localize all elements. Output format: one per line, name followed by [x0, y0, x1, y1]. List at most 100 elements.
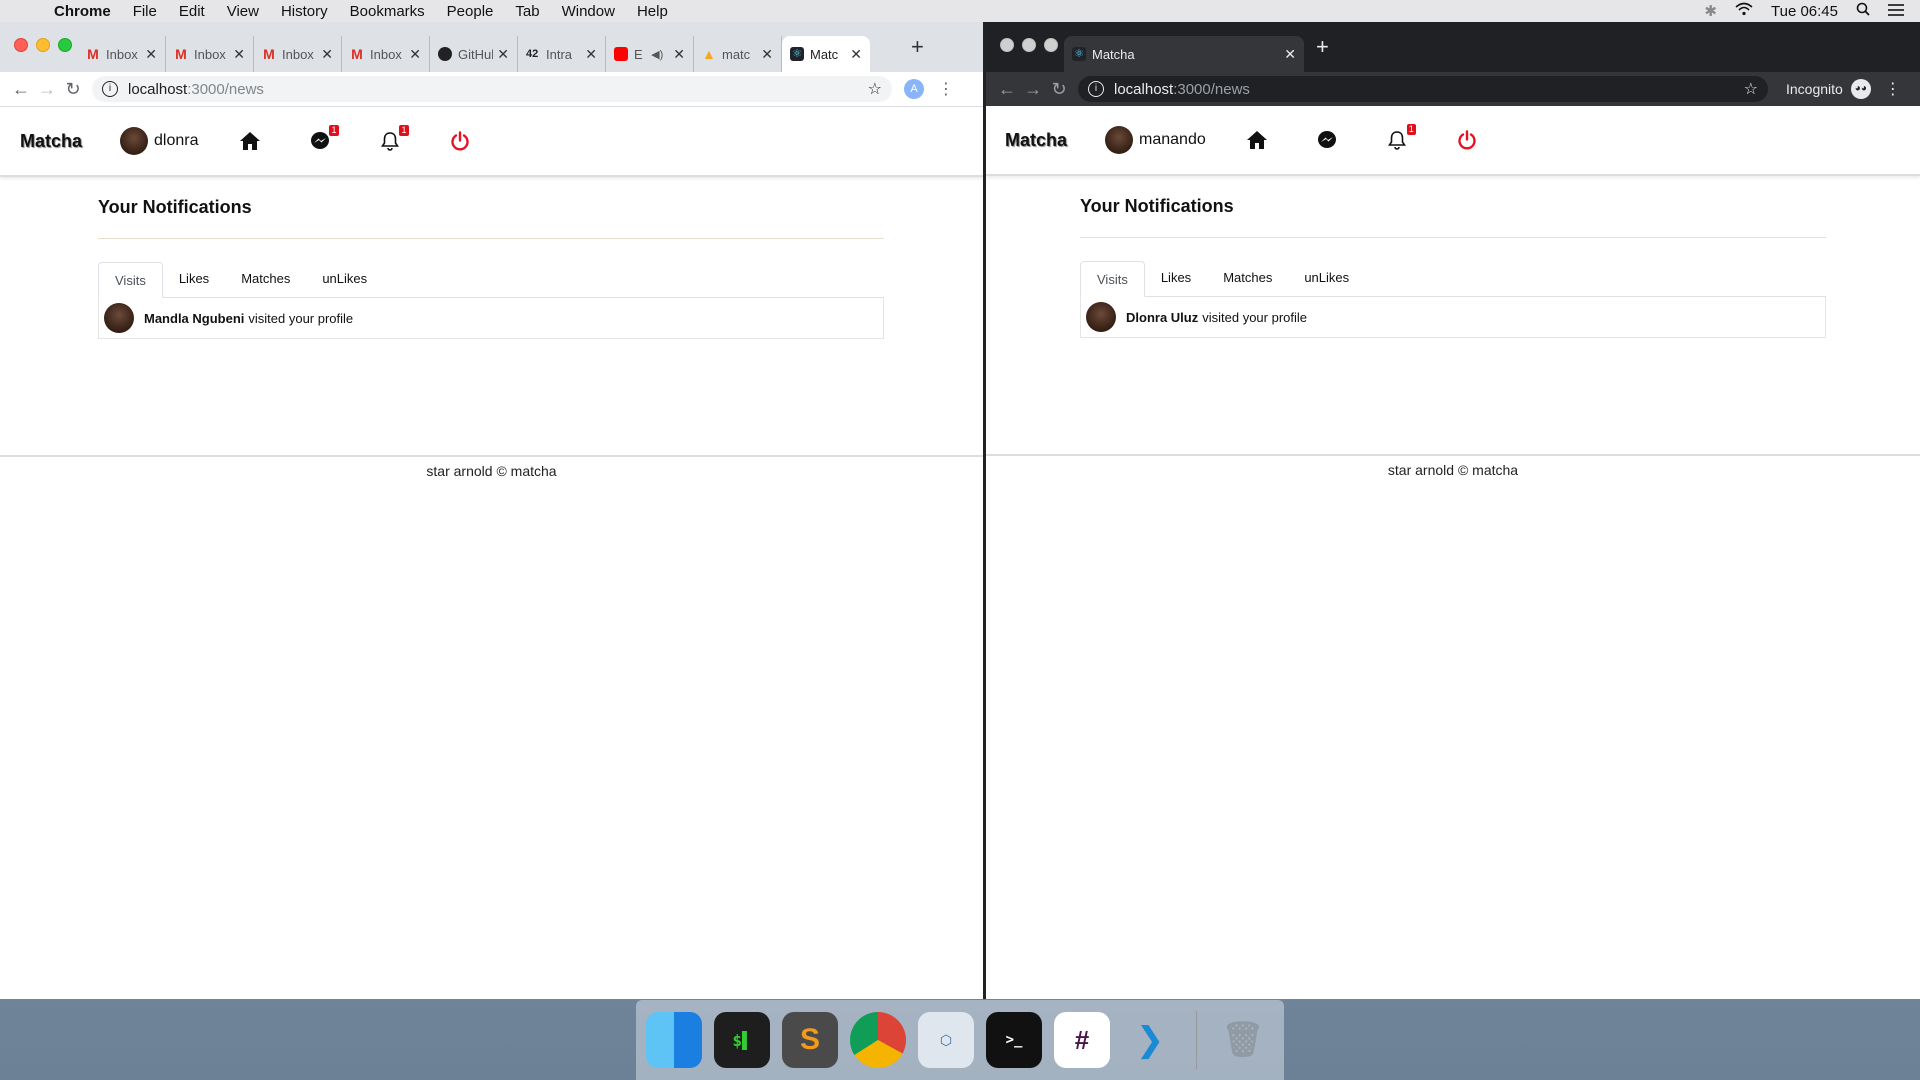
- terminal-icon[interactable]: >_: [986, 1012, 1042, 1068]
- messenger-icon[interactable]: 1: [307, 125, 339, 154]
- fullscreen-window-button[interactable]: [1044, 38, 1058, 52]
- close-tab-icon[interactable]: ✕: [761, 46, 773, 63]
- browser-tab[interactable]: M Inbox ✕: [254, 36, 342, 72]
- incognito-indicator[interactable]: Incognito ◕◕: [1786, 79, 1871, 99]
- browser-tab[interactable]: GitHub✕: [430, 36, 518, 72]
- bookmark-star-icon[interactable]: ☆: [868, 79, 882, 99]
- page-title: Your Notifications: [98, 197, 252, 217]
- browser-tab[interactable]: ▲ matc ✕: [694, 36, 782, 72]
- fullscreen-window-button[interactable]: [58, 38, 72, 52]
- bell-icon[interactable]: 1: [377, 125, 409, 154]
- notification-text: visited your profile: [248, 310, 354, 326]
- divider: [1080, 237, 1826, 238]
- app-brand[interactable]: Matcha: [1005, 130, 1067, 151]
- close-tab-icon[interactable]: ✕: [233, 46, 245, 63]
- browser-tab[interactable]: 42 Intra ✕: [518, 36, 606, 72]
- reload-icon[interactable]: ↻: [1046, 79, 1072, 100]
- tab-likes[interactable]: Likes: [1145, 260, 1207, 296]
- tab-matches[interactable]: Matches: [225, 261, 306, 297]
- close-tab-icon[interactable]: ✕: [321, 46, 333, 63]
- forward-icon[interactable]: →: [1020, 79, 1046, 100]
- bookmark-star-icon[interactable]: ☆: [1744, 79, 1758, 99]
- tab-matches[interactable]: Matches: [1207, 260, 1288, 296]
- browser-tab[interactable]: M Inbox ✕: [78, 36, 166, 72]
- home-icon[interactable]: [237, 128, 263, 154]
- sublime-text-icon[interactable]: S: [782, 1012, 838, 1068]
- tab-likes[interactable]: Likes: [163, 261, 225, 297]
- chrome-menu-icon[interactable]: ⋮: [938, 79, 954, 99]
- close-tab-icon[interactable]: ✕: [145, 46, 157, 63]
- username: dlonra: [154, 132, 199, 149]
- new-tab-button[interactable]: +: [1316, 34, 1329, 60]
- virtualbox-icon[interactable]: ⬡: [918, 1012, 974, 1068]
- slack-icon[interactable]: #: [1054, 1012, 1110, 1068]
- vscode-icon[interactable]: ❯: [1122, 1012, 1178, 1068]
- audio-playing-icon[interactable]: ◀): [651, 48, 663, 61]
- spotlight-search-icon[interactable]: [1856, 2, 1870, 20]
- site-info-icon[interactable]: i: [1088, 81, 1104, 97]
- minimize-window-button[interactable]: [36, 38, 50, 52]
- browser-tab-active[interactable]: ⚛ Matcha ✕: [1064, 36, 1304, 72]
- clock[interactable]: Tue 06:45: [1771, 3, 1838, 20]
- tab-visits[interactable]: Visits: [1080, 261, 1145, 297]
- notification-item[interactable]: Mandla Ngubeni visited your profile: [98, 298, 884, 339]
- new-tab-button[interactable]: +: [911, 34, 924, 60]
- app-brand[interactable]: Matcha: [20, 131, 82, 152]
- back-icon[interactable]: ←: [8, 79, 34, 100]
- browser-tab[interactable]: E ◀) ✕: [606, 36, 694, 72]
- power-logout-icon[interactable]: [447, 128, 473, 154]
- user-profile-link[interactable]: dlonra: [120, 127, 199, 155]
- tab-unlikes[interactable]: unLikes: [306, 261, 383, 297]
- close-window-button[interactable]: [1000, 38, 1014, 52]
- messenger-icon[interactable]: [1314, 127, 1340, 153]
- forward-icon[interactable]: →: [34, 79, 60, 100]
- chrome-icon[interactable]: [850, 1012, 906, 1068]
- close-tab-icon[interactable]: ✕: [497, 46, 509, 63]
- notification-user-name[interactable]: Mandla Ngubeni: [144, 311, 244, 326]
- terminal-icon[interactable]: $▌: [714, 1012, 770, 1068]
- notification-center-icon[interactable]: [1888, 3, 1904, 20]
- close-window-button[interactable]: [14, 38, 28, 52]
- incognito-icon: ◕◕: [1850, 79, 1871, 99]
- bell-icon[interactable]: 1: [1384, 124, 1416, 153]
- profile-avatar[interactable]: A: [904, 79, 924, 99]
- menu-edit[interactable]: Edit: [179, 3, 205, 20]
- menu-file[interactable]: File: [133, 3, 157, 20]
- close-tab-icon[interactable]: ✕: [673, 46, 685, 63]
- home-icon[interactable]: [1244, 127, 1270, 153]
- chrome-menu-icon[interactable]: ⋮: [1885, 79, 1901, 99]
- menu-app-name[interactable]: Chrome: [54, 3, 111, 20]
- menu-view[interactable]: View: [227, 3, 259, 20]
- bluetooth-icon[interactable]: ✱: [1704, 2, 1717, 20]
- address-bar[interactable]: i localhost:3000/news ☆: [92, 76, 892, 102]
- menu-bookmarks[interactable]: Bookmarks: [350, 3, 425, 20]
- browser-tab-active[interactable]: ⚛ Matc ✕: [782, 36, 870, 72]
- notifications-panel: Your Notifications Visits Likes Matches …: [98, 197, 884, 339]
- close-tab-icon[interactable]: ✕: [409, 46, 421, 63]
- notification-user-name[interactable]: Dlonra Uluz: [1126, 310, 1198, 325]
- browser-tab[interactable]: M Inbox ✕: [342, 36, 430, 72]
- close-tab-icon[interactable]: ✕: [850, 46, 862, 63]
- menu-tab[interactable]: Tab: [515, 3, 539, 20]
- menu-help[interactable]: Help: [637, 3, 668, 20]
- matcha-app: Matcha dlonra 1 1 Your Notifications Vis…: [0, 107, 983, 999]
- power-logout-icon[interactable]: [1454, 127, 1480, 153]
- menu-window[interactable]: Window: [562, 3, 615, 20]
- wifi-icon[interactable]: [1735, 2, 1753, 20]
- close-tab-icon[interactable]: ✕: [1284, 46, 1296, 63]
- minimize-window-button[interactable]: [1022, 38, 1036, 52]
- back-icon[interactable]: ←: [994, 79, 1020, 100]
- menu-people[interactable]: People: [447, 3, 494, 20]
- tab-visits[interactable]: Visits: [98, 262, 163, 298]
- close-tab-icon[interactable]: ✕: [585, 46, 597, 63]
- tab-unlikes[interactable]: unLikes: [1288, 260, 1365, 296]
- user-profile-link[interactable]: manando: [1105, 126, 1206, 154]
- browser-tab[interactable]: M Inbox ✕: [166, 36, 254, 72]
- menu-history[interactable]: History: [281, 3, 328, 20]
- address-bar[interactable]: i localhost:3000/news ☆: [1078, 76, 1768, 102]
- site-info-icon[interactable]: i: [102, 81, 118, 97]
- reload-icon[interactable]: ↻: [60, 79, 86, 100]
- trash-icon[interactable]: 🗑: [1215, 1012, 1271, 1068]
- finder-icon[interactable]: [646, 1012, 702, 1068]
- notification-item[interactable]: Dlonra Uluz visited your profile: [1080, 297, 1826, 338]
